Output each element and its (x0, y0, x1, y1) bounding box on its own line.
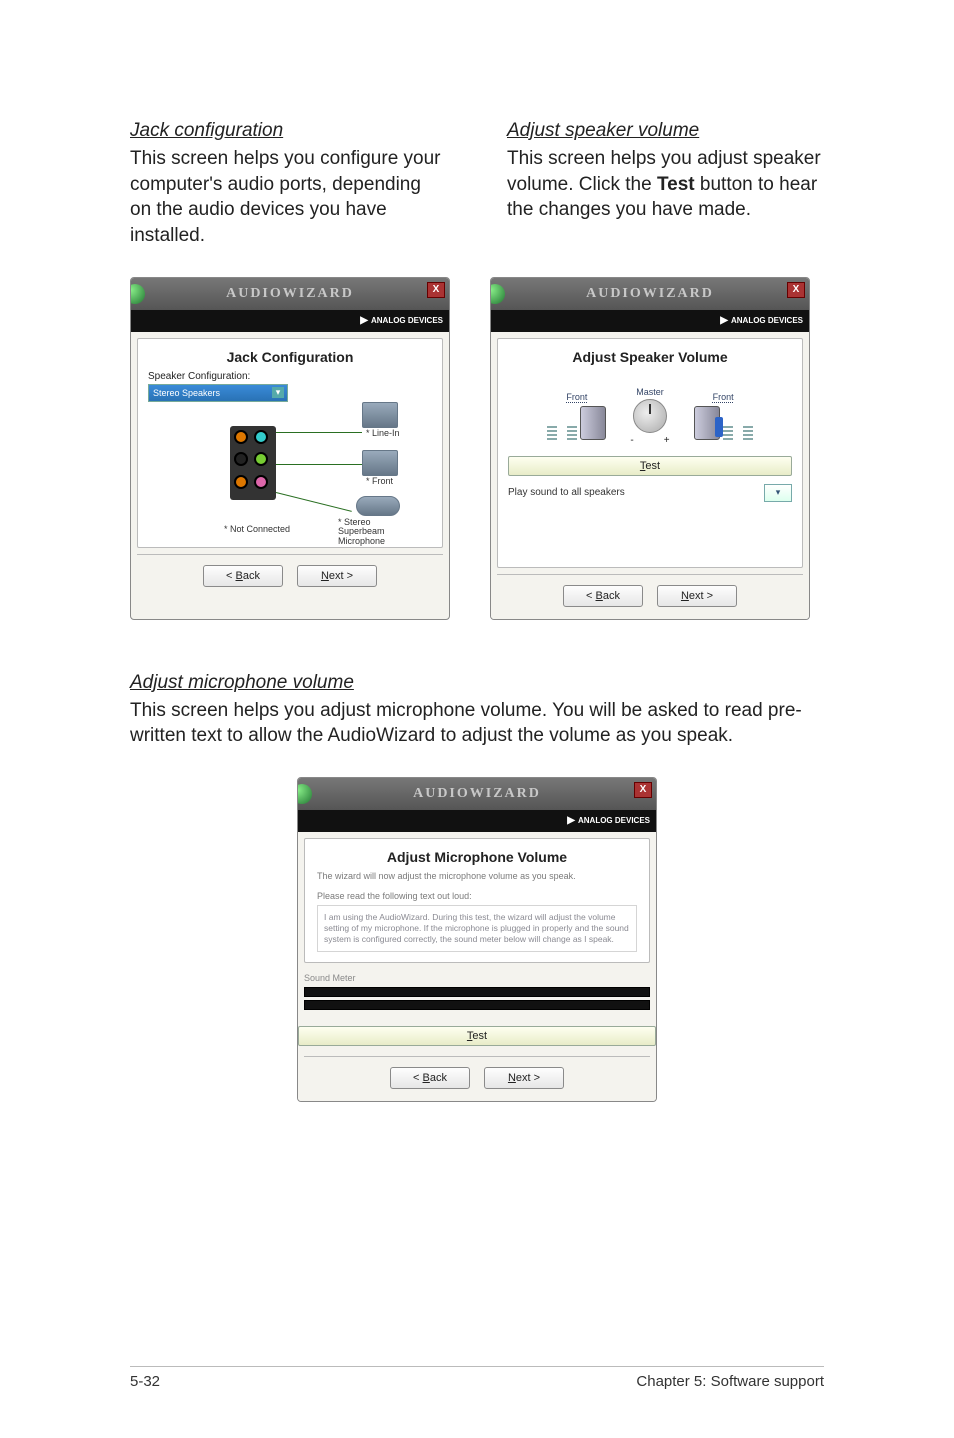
speaker-config-label: Speaker Configuration: (148, 371, 432, 382)
master-knob-col: Master -+ (630, 387, 669, 446)
wizard-title: AUDIOWIZARD (413, 786, 541, 802)
front-right-label: Front (713, 392, 734, 402)
line-in-label: * Line-In (366, 428, 400, 438)
mic-wizard-window: AUDIOWIZARD X ANALOG DEVICES Adjust Micr… (297, 777, 657, 1102)
master-label: Master (636, 387, 664, 397)
not-connected-label: * Not Connected (224, 524, 290, 534)
analog-devices-logo: ANALOG DEVICES (567, 815, 650, 826)
chapter-label: Chapter 5: Software support (636, 1373, 824, 1390)
close-icon[interactable]: X (427, 282, 445, 298)
wizard-orb-icon (297, 784, 312, 804)
adjust-speaker-title: Adjust speaker volume (507, 120, 824, 142)
wizard-title: AUDIOWIZARD (226, 286, 354, 302)
port-lime (254, 452, 268, 466)
adjust-mic-body: This screen helps you adjust microphone … (130, 698, 824, 749)
adjust-speaker-body-bold: Test (657, 174, 695, 195)
speaker-panel: Adjust Speaker Volume Front Master (497, 338, 803, 568)
wizard-orb-icon (130, 284, 145, 304)
port-orange2 (234, 475, 248, 489)
knob-minus-plus: -+ (630, 435, 669, 446)
next-button[interactable]: Next > (484, 1067, 564, 1089)
play-sound-dropdown[interactable]: ▾ (764, 484, 792, 502)
back-button[interactable]: < Back (563, 585, 643, 607)
wizard-titlebar: AUDIOWIZARD X (131, 278, 449, 310)
close-icon[interactable]: X (634, 782, 652, 798)
jack-wizard-window: AUDIOWIZARD X ANALOG DEVICES Jack Config… (130, 277, 450, 620)
sound-meter-bar (304, 987, 650, 997)
analog-devices-logo: ANALOG DEVICES (720, 315, 803, 326)
test-button[interactable]: Test (298, 1026, 656, 1046)
front-left-col: Front (547, 392, 606, 440)
wizard-button-row: < Back Next > (131, 555, 449, 599)
mic-read-box: I am using the AudioWizard. During this … (317, 905, 637, 952)
speaker-left-icon (580, 406, 606, 440)
next-button[interactable]: Next > (297, 565, 377, 587)
speaker-area: Front Master -+ Fro (508, 371, 792, 446)
wizard-orb-icon (490, 284, 505, 304)
front-right-col: Front (694, 392, 753, 440)
mic-panel: Adjust Microphone Volume The wizard will… (304, 838, 650, 963)
back-button[interactable]: < Back (390, 1067, 470, 1089)
lead-line-3 (276, 492, 352, 512)
port-cyan (254, 430, 268, 444)
adjust-speaker-body: This screen helps you adjust speaker vol… (507, 146, 824, 223)
mic-heading: Adjust Microphone Volume (317, 849, 637, 865)
play-sound-label: Play sound to all speakers (508, 485, 625, 500)
wizard-button-row: < Back Next > (491, 575, 809, 619)
port-pink (254, 475, 268, 489)
back-button[interactable]: < Back (203, 565, 283, 587)
sound-meter-bars (304, 987, 650, 1010)
front-label: * Front (366, 476, 393, 486)
speaker-right-icon (694, 406, 720, 440)
adjust-mic-title: Adjust microphone volume (130, 672, 824, 694)
meter-right (723, 426, 753, 440)
wizard-titlebar: AUDIOWIZARD X (491, 278, 809, 310)
mic-desc: The wizard will now adjust the microphon… (317, 871, 637, 881)
play-row: Play sound to all speakers ▾ (508, 484, 792, 502)
wizard-button-row: < Back Next > (298, 1057, 656, 1101)
front-thumb (362, 450, 398, 476)
speaker-wizard-window: AUDIOWIZARD X ANALOG DEVICES Adjust Spea… (490, 277, 810, 620)
analog-devices-logo: ANALOG DEVICES (360, 315, 443, 326)
line-in-thumb (362, 402, 398, 428)
speaker-heading: Adjust Speaker Volume (508, 349, 792, 365)
meter-left (547, 426, 577, 440)
superbeam-label: * Stereo Superbeam Microphone (338, 518, 418, 548)
page-footer: 5-32 Chapter 5: Software support (0, 1366, 954, 1390)
close-icon[interactable]: X (787, 282, 805, 298)
wizard-logo-bar: ANALOG DEVICES (298, 810, 656, 832)
footer-rule (130, 1366, 824, 1367)
jack-panel: Jack Configuration Speaker Configuration… (137, 338, 443, 548)
jack-heading: Jack Configuration (148, 349, 432, 365)
mic-thumb (356, 496, 400, 516)
lead-line-2 (276, 464, 362, 465)
test-button[interactable]: Test (508, 456, 792, 476)
jack-config-body: This screen helps you configure your com… (130, 146, 447, 249)
page-number: 5-32 (130, 1373, 160, 1390)
master-knob[interactable] (633, 399, 667, 433)
jack-diagram: * Line-In * Front * Stereo Superb (160, 406, 420, 536)
wizard-logo-bar: ANALOG DEVICES (131, 310, 449, 332)
mic-instruction: Please read the following text out loud: (317, 891, 637, 901)
next-button[interactable]: Next > (657, 585, 737, 607)
port-block (230, 426, 276, 500)
wizard-logo-bar: ANALOG DEVICES (491, 310, 809, 332)
wizard-titlebar: AUDIOWIZARD X (298, 778, 656, 810)
front-left-label: Front (566, 392, 587, 402)
port-orange (234, 430, 248, 444)
sound-meter-bar (304, 1000, 650, 1010)
lead-line (276, 432, 362, 433)
speaker-config-dropdown[interactable]: Stereo Speakers (148, 384, 288, 402)
sound-meter-label: Sound Meter (304, 973, 650, 983)
port-black (234, 452, 248, 466)
wizard-title: AUDIOWIZARD (586, 286, 714, 302)
jack-config-title: Jack configuration (130, 120, 447, 142)
